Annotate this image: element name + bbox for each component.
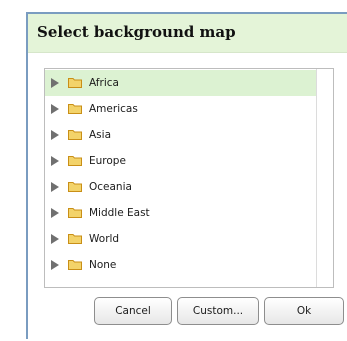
folder-icon [68,234,82,244]
select-background-map-dialog: Select background map Africa Americas As… [26,12,347,339]
expand-arrow-icon[interactable] [51,208,59,218]
expand-arrow-icon[interactable] [51,130,59,140]
tree-item-label: World [89,233,120,245]
tree-item-europe[interactable]: Europe [45,148,317,174]
expand-arrow-icon[interactable] [51,104,59,114]
expand-arrow-icon[interactable] [51,234,59,244]
tree-item-none[interactable]: None [45,252,317,278]
folder-icon [68,104,82,114]
tree-item-label: Asia [89,129,112,141]
tree-item-label: Middle East [89,207,150,219]
dialog-title: Select background map [37,23,236,41]
tree-item-label: Europe [89,155,126,167]
tree-item-africa[interactable]: Africa [45,70,317,96]
region-tree: Africa Americas Asia Europe Oceania Midd… [44,68,334,288]
folder-icon [68,208,82,218]
dialog-titlebar: Select background map [28,14,347,53]
folder-icon [68,130,82,140]
tree-item-label: None [89,259,117,271]
tree-item-label: Americas [89,103,138,115]
expand-arrow-icon[interactable] [51,182,59,192]
tree-item-middle-east[interactable]: Middle East [45,200,317,226]
tree-item-oceania[interactable]: Oceania [45,174,317,200]
ok-button[interactable]: Ok [264,297,344,325]
tree-item-world[interactable]: World [45,226,317,252]
tree-item-americas[interactable]: Americas [45,96,317,122]
custom-button[interactable]: Custom... [177,297,259,325]
folder-icon [68,156,82,166]
folder-icon [68,78,82,88]
tree-item-label: Africa [89,77,119,89]
expand-arrow-icon[interactable] [51,78,59,88]
expand-arrow-icon[interactable] [51,156,59,166]
tree-item-label: Oceania [89,181,132,193]
tree-item-asia[interactable]: Asia [45,122,317,148]
tree-scrollbar[interactable] [316,69,333,287]
expand-arrow-icon[interactable] [51,260,59,270]
folder-icon [68,182,82,192]
cancel-button[interactable]: Cancel [94,297,172,325]
folder-icon [68,260,82,270]
region-tree-list: Africa Americas Asia Europe Oceania Midd… [45,70,317,278]
